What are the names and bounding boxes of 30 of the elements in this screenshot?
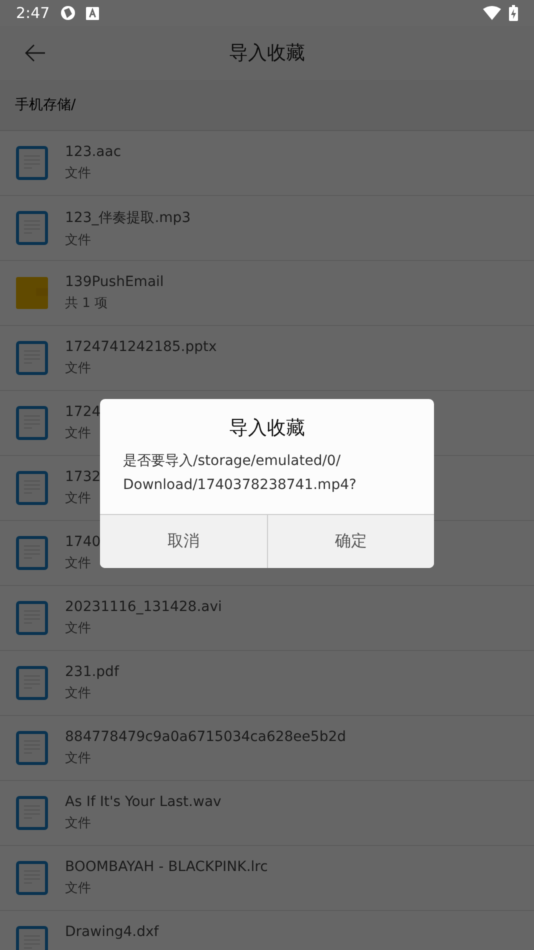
file-detail: 文件 (65, 815, 92, 832)
file-name: 231.pdf (65, 664, 119, 680)
file-name: 123_伴奏提取.mp3 (65, 209, 191, 227)
file-name: 20231116_131428.avi (65, 599, 222, 615)
dialog-title: 导入收藏 (228, 416, 306, 441)
file-name: 1740 (65, 534, 101, 550)
page-title: 导入收藏 (229, 41, 305, 66)
file-detail: 文件 (65, 490, 92, 507)
file-name: 123.aac (65, 144, 122, 160)
status-time: 2:47 (16, 4, 50, 22)
file-detail: 文件 (65, 425, 92, 442)
file-detail: 文件 (65, 750, 92, 767)
file-detail: 文件 (65, 685, 92, 702)
file-detail: 文件 (65, 880, 92, 897)
file-detail: 共 1 项 (65, 295, 109, 312)
file-name: As If It's Your Last.wav (65, 794, 222, 810)
file-detail: 文件 (65, 232, 92, 249)
file-detail: 文件 (65, 555, 92, 572)
file-detail: 文件 (65, 360, 92, 377)
path-text: 手机存储/ (15, 96, 76, 114)
file-name: 1724 (65, 404, 101, 420)
file-name: 139PushEmail (65, 274, 164, 290)
dialog-message: 是否要导入/storage/emulated/0/ Download/1740378238741.mp4? (122, 452, 358, 495)
file-name: 1732 (65, 469, 101, 485)
file-name: 884778479c9a0a6715034ca628ee5b2d (65, 729, 346, 745)
file-detail: 文件 (65, 620, 92, 637)
file-name: Drawing4.dxf (65, 924, 159, 940)
file-name: BOOMBAYAH - BLACKPINK.lrc (65, 859, 268, 875)
file-detail: 文件 (65, 165, 92, 182)
file-name: 1724741242185.pptx (65, 339, 217, 355)
